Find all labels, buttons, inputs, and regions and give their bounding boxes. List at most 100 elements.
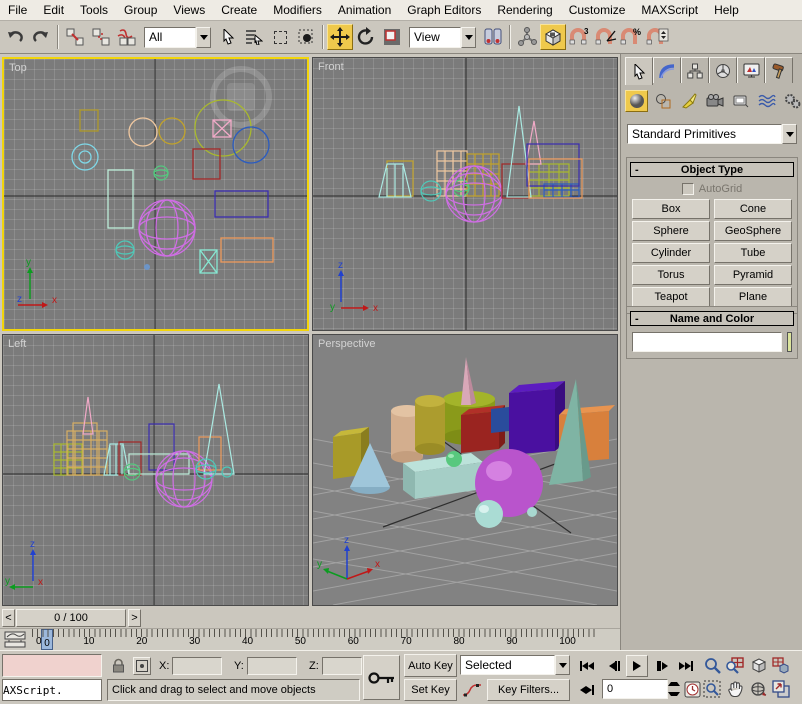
tab-create[interactable] [625, 57, 653, 85]
cylinder-button[interactable]: Cylinder [632, 243, 710, 263]
menu-animation[interactable]: Animation [330, 0, 399, 20]
maxscript-mini-listener[interactable]: AXScript. [2, 679, 102, 701]
wireframe-sphere-large[interactable] [139, 200, 195, 256]
menu-graph-editors[interactable]: Graph Editors [399, 0, 489, 20]
coord-system-arrow[interactable] [461, 27, 476, 48]
z-coord-field[interactable] [322, 657, 362, 675]
wireframe-box[interactable] [80, 110, 98, 131]
subcat-helpers[interactable] [729, 90, 752, 112]
wireframe-cone-tall[interactable] [204, 384, 234, 474]
shaded-cyan-sphere-small[interactable] [527, 507, 537, 517]
selection-filter-dropdown[interactable]: All [144, 27, 211, 48]
select-object-button[interactable] [215, 24, 241, 50]
wireframe-box[interactable] [529, 159, 582, 198]
zoom-extents-button[interactable] [748, 655, 768, 675]
subcat-cameras[interactable] [703, 90, 726, 112]
frame-spinner[interactable] [668, 679, 680, 699]
tube-button[interactable]: Tube [714, 243, 792, 263]
wireframe-sphere-small[interactable] [124, 464, 140, 480]
arc-rotate-button[interactable] [748, 679, 768, 699]
menu-group[interactable]: Group [116, 0, 165, 20]
tab-motion[interactable] [709, 57, 737, 83]
track-bar[interactable]: 0 0 10 20 30 40 50 60 70 80 90 100 [0, 629, 620, 651]
wireframe-spire[interactable] [526, 121, 541, 164]
menu-file[interactable]: File [0, 0, 35, 20]
wireframe-cylinder[interactable] [129, 118, 157, 146]
key-mode-dropdown[interactable]: Selected [460, 655, 570, 675]
torus-button[interactable]: Torus [632, 265, 710, 285]
snaps-toggle-button[interactable] [540, 24, 566, 50]
wireframe-sphere-small[interactable] [116, 241, 134, 259]
maxscript-mini-listener-macro[interactable] [2, 654, 102, 677]
wireframe-cylinder[interactable] [437, 151, 467, 196]
wireframe-torus[interactable] [72, 144, 98, 170]
viewport-left[interactable]: Left [2, 334, 309, 606]
wireframe-box[interactable] [215, 191, 268, 217]
rectangular-selection-region-button[interactable] [267, 24, 293, 50]
menu-rendering[interactable]: Rendering [489, 0, 560, 20]
absolute-mode-button[interactable] [133, 657, 151, 675]
zoom-button[interactable] [702, 655, 722, 675]
wireframe-pyramid[interactable] [200, 250, 217, 273]
pyramid-button[interactable]: Pyramid [714, 265, 792, 285]
menu-customize[interactable]: Customize [561, 0, 634, 20]
selection-lock-icon[interactable] [112, 658, 125, 673]
angle-snap-toggle-button[interactable] [592, 24, 618, 50]
wireframe-sphere-small[interactable] [421, 181, 441, 201]
spinner-snap-toggle-button[interactable] [644, 24, 670, 50]
key-mode-arrow[interactable] [555, 655, 570, 675]
shaded-green-sphere[interactable] [446, 451, 462, 467]
redo-button[interactable] [28, 24, 54, 50]
cone-button[interactable]: Cone [714, 199, 792, 219]
wireframe-sphere-tiny[interactable] [222, 467, 232, 477]
min-max-toggle-button[interactable] [771, 679, 791, 699]
menu-views[interactable]: Views [165, 0, 213, 20]
autogrid-checkbox[interactable] [682, 183, 694, 195]
set-keys-button[interactable] [363, 655, 400, 700]
tab-hierarchy[interactable] [681, 57, 709, 83]
subcat-space-warps[interactable] [755, 90, 778, 112]
menu-modifiers[interactable]: Modifiers [265, 0, 330, 20]
current-frame-field[interactable]: 0 [602, 679, 668, 699]
zoom-region-button[interactable] [702, 679, 722, 699]
zoom-extents-all-button[interactable] [771, 655, 791, 675]
teapot-button[interactable]: Teapot [632, 287, 710, 307]
subcat-shapes[interactable] [651, 90, 674, 112]
wireframe-box[interactable] [108, 170, 133, 228]
wireframe-sphere-small[interactable] [154, 166, 168, 180]
shaded-purple-box[interactable] [509, 381, 565, 455]
subcat-lights[interactable] [677, 90, 700, 112]
default-tangent-icon[interactable] [460, 679, 484, 701]
select-and-link-button[interactable] [62, 24, 88, 50]
tab-display[interactable] [737, 57, 765, 83]
viewport-perspective[interactable]: Perspective [312, 334, 618, 606]
object-type-rollout-header[interactable]: - Object Type [630, 162, 794, 177]
x-coord-field[interactable] [172, 657, 222, 675]
tab-utilities[interactable] [765, 57, 793, 83]
wireframe-box[interactable] [529, 164, 569, 196]
box-button[interactable]: Box [632, 199, 710, 219]
play-button[interactable] [626, 655, 648, 677]
zoom-all-button[interactable] [725, 655, 745, 675]
viewport-top[interactable]: Top [2, 57, 309, 331]
wireframe-box[interactable] [221, 238, 273, 262]
pan-button[interactable] [725, 679, 745, 699]
selection-filter-arrow[interactable] [196, 27, 211, 48]
menu-help[interactable]: Help [706, 0, 747, 20]
plane-button[interactable]: Plane [714, 287, 792, 307]
object-color-swatch[interactable] [787, 332, 792, 352]
tab-modify[interactable] [653, 57, 681, 83]
key-mode-toggle-button[interactable] [577, 680, 597, 700]
primitive-category-dropdown[interactable]: Standard Primitives [627, 124, 797, 144]
select-and-rotate-button[interactable] [353, 24, 379, 50]
go-to-end-button[interactable] [676, 656, 696, 676]
wireframe-spire[interactable] [83, 397, 93, 434]
wireframe-cone[interactable] [379, 164, 411, 197]
shaded-yellow-cylinder[interactable] [415, 395, 445, 455]
use-pivot-point-center-button[interactable] [480, 24, 506, 50]
key-filters-button[interactable]: Key Filters... [487, 679, 570, 701]
geosphere-button[interactable]: GeoSphere [714, 221, 792, 241]
subcat-systems[interactable] [781, 90, 802, 112]
viewport-front[interactable]: Front [312, 57, 618, 331]
time-slider-prev-button[interactable]: < [2, 609, 15, 627]
